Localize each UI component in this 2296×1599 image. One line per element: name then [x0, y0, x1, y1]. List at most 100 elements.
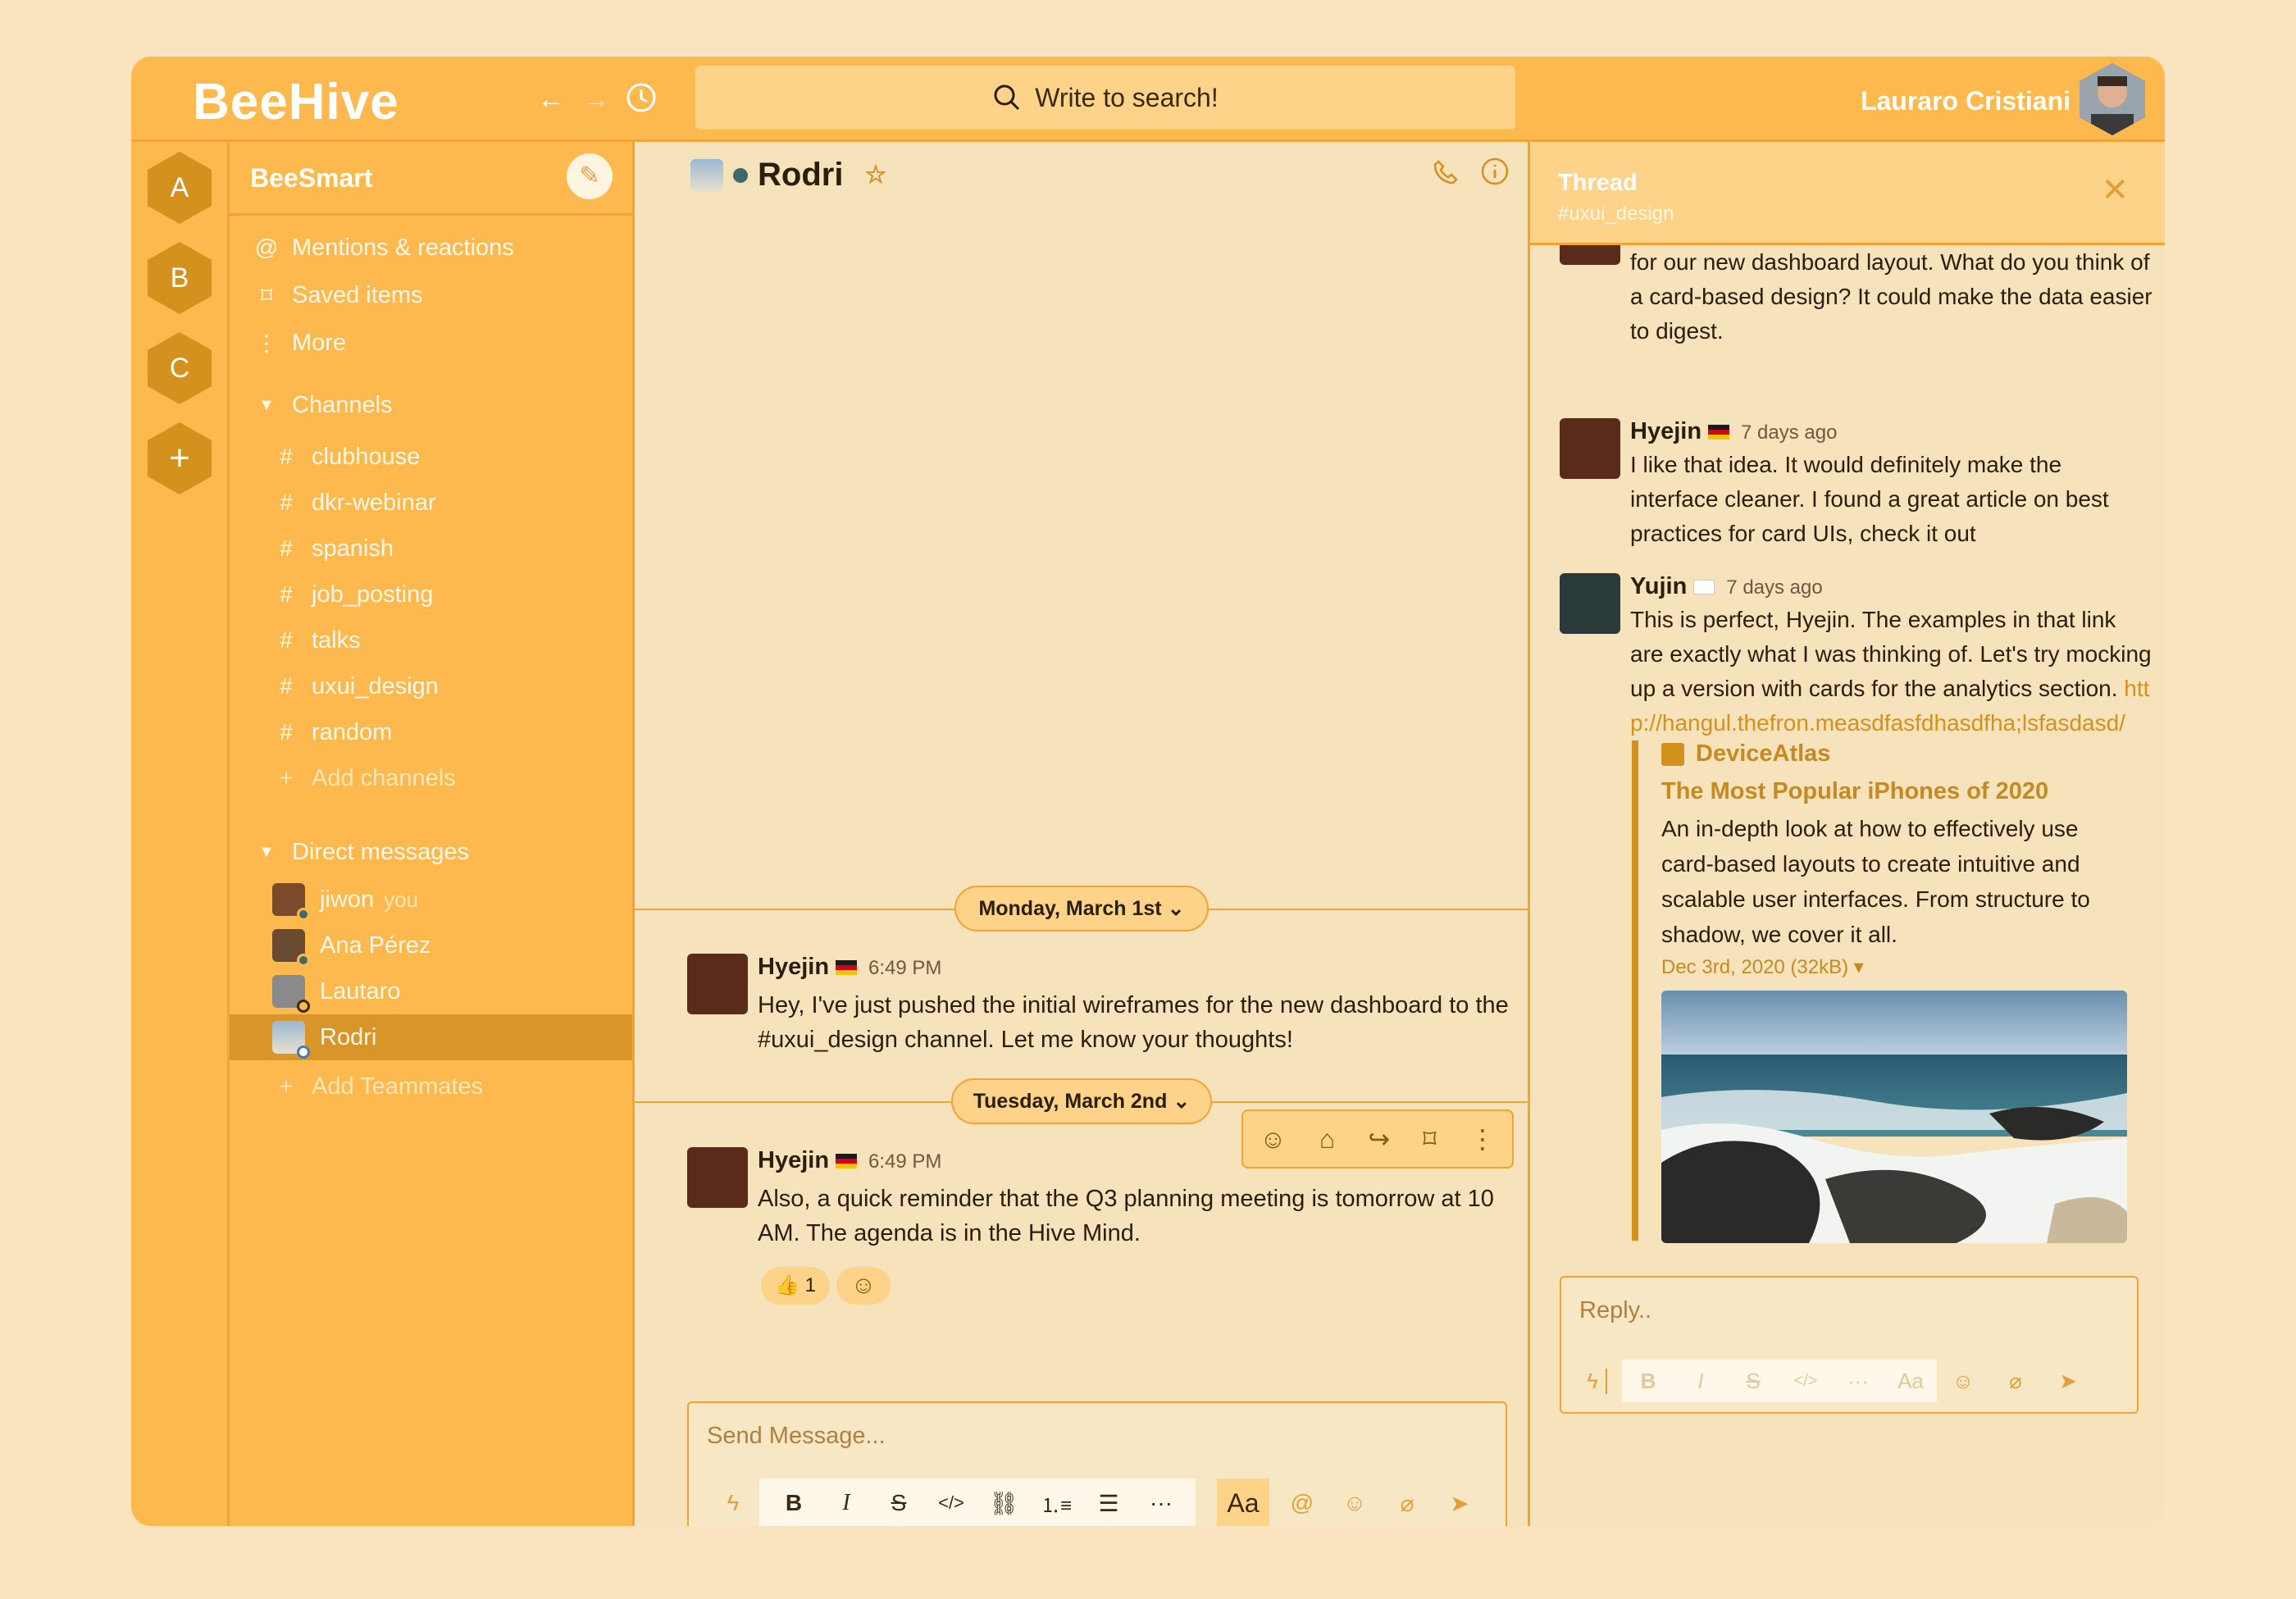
chevron-down-icon: ⌄ [1173, 1090, 1191, 1113]
search-input[interactable]: Write to search! [695, 66, 1515, 130]
bullet-list-icon[interactable]: ☰ [1082, 1490, 1135, 1517]
dm-item-rodri[interactable]: Rodri [230, 1014, 632, 1060]
strikethrough-button[interactable]: S [1727, 1369, 1779, 1394]
workspace-c[interactable]: C [148, 332, 212, 404]
forward-arrow-icon[interactable]: → [578, 81, 614, 117]
reply-composer[interactable]: Reply.. ϟ B I S </> ··· Aa ☺ ⌀ ➤ [1560, 1276, 2139, 1414]
hash-icon: # [280, 535, 293, 561]
link-icon[interactable]: ⛓ [977, 1490, 1030, 1517]
more-horizontal-icon[interactable]: ··· [1135, 1490, 1187, 1516]
add-reaction-button[interactable]: ☺ [836, 1267, 891, 1305]
hash-icon: # [280, 719, 293, 745]
you-tag: you [384, 886, 419, 912]
day-pill[interactable]: Monday, March 1st ⌄ [954, 886, 1209, 932]
link-preview-card[interactable]: DeviceAtlas The Most Popular iPhones of … [1632, 740, 2140, 1243]
flag-icon [1708, 425, 1730, 440]
sidebar-item-label: Saved items [292, 281, 423, 308]
format-group: B I S </> ··· Aa [1622, 1360, 1937, 1402]
dm-item-jiwon[interactable]: jiwon you [230, 877, 632, 922]
message-author[interactable]: Hyejin 6:49 PM [758, 1147, 941, 1174]
sidebar-item-channel[interactable]: # random [230, 709, 632, 755]
card-meta[interactable]: Dec 3rd, 2020 (32kB) ▾ [1661, 955, 1864, 979]
dm-label: Lautaro [320, 977, 401, 1004]
lightning-icon[interactable]: ϟ [1579, 1368, 1607, 1394]
italic-button[interactable]: I [820, 1490, 872, 1516]
message: Hyejin 6:49 PM Hey, I've just pushed the … [687, 954, 1509, 1060]
dm-item-lautaro[interactable]: Lautaro [230, 968, 632, 1014]
ordered-list-icon[interactable]: ⒈≡ [1030, 1489, 1082, 1518]
sidebar-item-saved[interactable]: ⌑ Saved items [230, 272, 632, 318]
workspace-b[interactable]: B [148, 242, 212, 314]
sidebar-item-channel[interactable]: # clubhouse [230, 434, 632, 480]
send-icon[interactable]: ➤ [2042, 1369, 2094, 1394]
thread-channel[interactable]: #uxui_design [1558, 203, 1674, 226]
channels-section-toggle[interactable]: ▼ Channels [230, 382, 632, 428]
message-composer[interactable]: Send Message... ϟ B I S </> ⛓ ⒈≡ ☰ ··· A… [687, 1401, 1507, 1526]
card-image[interactable] [1661, 991, 2127, 1243]
day-label: Monday, March 1st [978, 897, 1162, 920]
add-channels-button[interactable]: + Add channels [230, 755, 632, 801]
sidebar-item-channel[interactable]: # job_posting [230, 572, 632, 617]
sidebar-item-label: Mentions & reactions [292, 234, 514, 261]
info-icon[interactable] [1474, 157, 1515, 198]
message-time: 7 days ago [1726, 576, 1823, 599]
sidebar-item-channel[interactable]: # spanish [230, 526, 632, 572]
bold-button[interactable]: B [1622, 1369, 1674, 1394]
thread-header: Thread #uxui_design ✕ [1530, 142, 2165, 245]
message-author[interactable]: Hyejin 6:49 PM [758, 954, 941, 981]
hash-icon: # [280, 673, 293, 699]
back-arrow-icon[interactable]: ← [533, 81, 569, 117]
hash-icon: # [280, 490, 293, 515]
compose-icon: ✎ [579, 162, 600, 189]
history-icon[interactable] [623, 81, 659, 117]
message-author[interactable]: Yujin 7 days ago [1630, 573, 1823, 600]
mention-icon[interactable]: @ [1276, 1490, 1328, 1516]
italic-button[interactable]: I [1674, 1369, 1727, 1394]
sidebar-item-channel[interactable]: # dkr-webinar [230, 480, 632, 526]
workspace-a[interactable]: A [148, 152, 212, 224]
sidebar-item-mentions[interactable]: @ Mentions & reactions [230, 225, 632, 271]
text-format-button[interactable]: Aa [1217, 1478, 1269, 1526]
attachment-icon[interactable]: ⌀ [1989, 1369, 2042, 1394]
text-format-button[interactable]: Aa [1884, 1369, 1937, 1394]
lightning-icon[interactable]: ϟ [707, 1490, 759, 1516]
dm-label: Ana Pérez [320, 932, 431, 959]
sidebar-item-channel[interactable]: # uxui_design [230, 663, 632, 709]
compose-button[interactable]: ✎ [567, 153, 613, 199]
message-time: 6:49 PM [868, 957, 942, 979]
emoji-icon[interactable]: ☺ [1328, 1490, 1381, 1516]
more-horizontal-icon[interactable]: ··· [1832, 1369, 1884, 1394]
reaction-thumbs-up[interactable]: 👍 1 [761, 1267, 830, 1305]
user-name[interactable]: Lauraro Cristiani [1861, 86, 2070, 116]
message-text: Hey, I've just pushed the initial wirefr… [758, 992, 1509, 1053]
day-pill[interactable]: Tuesday, March 2nd ⌄ [951, 1078, 1212, 1124]
star-icon[interactable]: ☆ [864, 161, 886, 189]
team-name[interactable]: BeeSmart [250, 163, 372, 194]
phone-icon[interactable] [1425, 157, 1466, 198]
strikethrough-button[interactable]: S [872, 1490, 925, 1516]
bold-button[interactable]: B [768, 1490, 820, 1516]
dm-item-ana[interactable]: Ana Pérez [230, 922, 632, 968]
add-teammates-button[interactable]: + Add Teammates [230, 1064, 632, 1109]
hash-icon: # [280, 444, 293, 469]
sidebar-item-more[interactable]: ⋮ More [230, 320, 632, 366]
emoji-icon[interactable]: ☺ [1937, 1369, 1989, 1394]
hash-icon: # [280, 581, 293, 607]
bookmark-icon: ⌑ [260, 282, 273, 308]
search-icon [994, 84, 1020, 111]
dm-label: Rodri [320, 1023, 377, 1050]
card-title[interactable]: The Most Popular iPhones of 2020 [1661, 778, 2048, 805]
section-label: Channels [292, 391, 393, 418]
code-button[interactable]: </> [925, 1492, 977, 1514]
send-icon[interactable]: ➤ [1433, 1490, 1486, 1517]
user-avatar[interactable] [2080, 63, 2145, 135]
message-text: for our new dashboard layout. What do yo… [1630, 249, 2152, 344]
message-author[interactable]: Hyejin 7 days ago [1630, 418, 1837, 445]
dm-section-toggle[interactable]: ▼ Direct messages [230, 829, 632, 875]
add-workspace-button[interactable]: + [148, 422, 212, 494]
sidebar-item-channel[interactable]: # talks [230, 617, 632, 663]
attachment-icon[interactable]: ⌀ [1381, 1490, 1433, 1517]
code-button[interactable]: </> [1779, 1372, 1832, 1391]
channel-label: job_posting [312, 581, 434, 608]
close-icon[interactable]: ✕ [2101, 171, 2129, 209]
